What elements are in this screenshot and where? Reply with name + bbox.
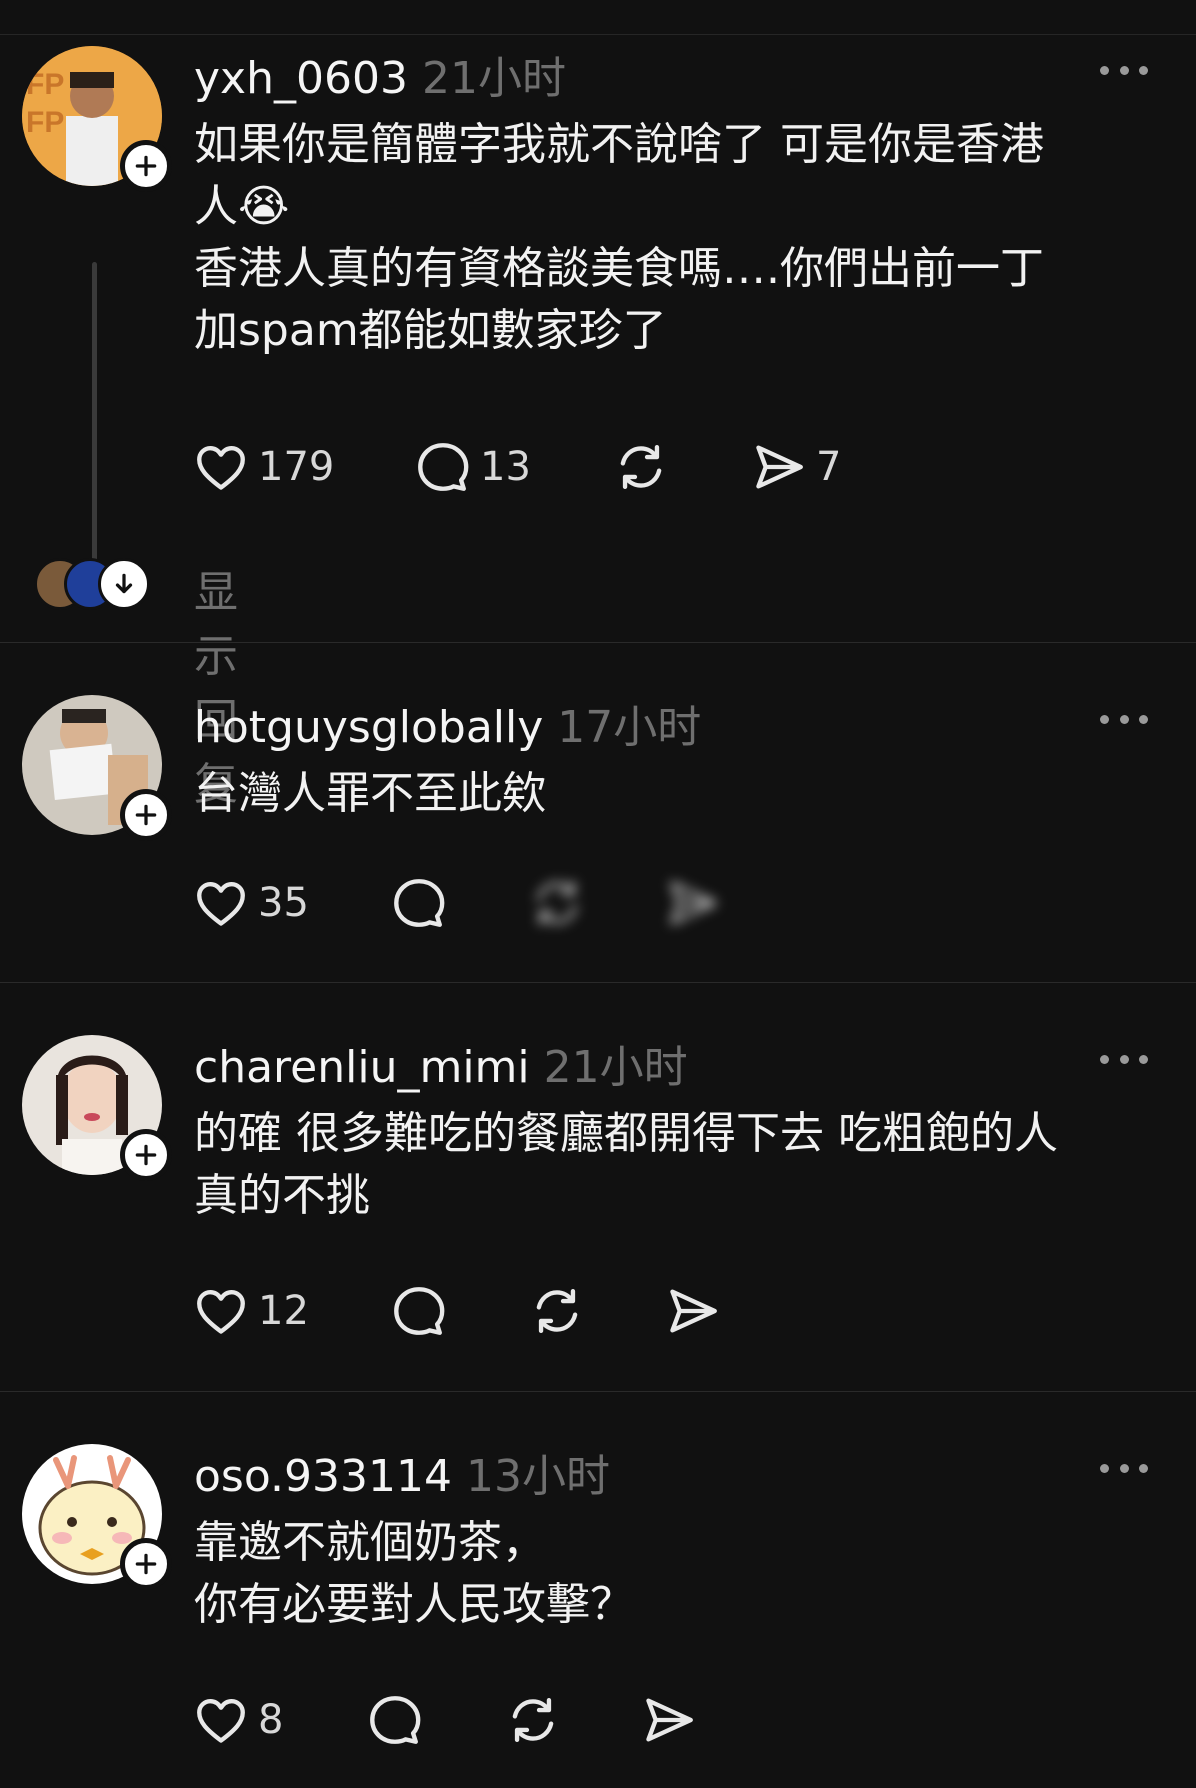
arrow-down-icon <box>115 573 133 594</box>
send-icon <box>640 1691 698 1749</box>
post-text: 如果你是簡體字我就不說啥了 可是你是香港 人😭 香港人真的有資格談美食嗎….你們… <box>194 119 1044 356</box>
repost-icon <box>528 1282 586 1340</box>
post-text: 的確 很多難吃的餐廳都開得下去 吃粗飽的人 真的不挑 <box>194 1108 1058 1221</box>
repost-icon <box>504 1691 562 1749</box>
post-header: charenliu_mimi 21小时 <box>194 1031 688 1095</box>
share-button[interactable] <box>664 874 722 932</box>
post-item: hotguysglobally 17小时 台灣人罪不至此欸 35 <box>0 643 1196 983</box>
post-text: 靠邀不就個奶茶， 你有必要對人民攻擊？ <box>194 1517 634 1630</box>
send-icon <box>664 874 722 932</box>
share-button[interactable]: 7 <box>750 438 841 496</box>
follow-button[interactable] <box>120 1538 172 1590</box>
plus-icon <box>133 153 159 179</box>
share-button[interactable] <box>664 1282 722 1340</box>
send-icon <box>664 1282 722 1340</box>
comment-bubble-icon <box>390 874 448 932</box>
heart-icon <box>192 874 250 932</box>
more-dots-icon[interactable] <box>1100 60 1148 80</box>
like-count: 12 <box>258 1288 309 1334</box>
repost-icon <box>528 874 586 932</box>
share-button[interactable] <box>640 1691 698 1749</box>
like-count: 179 <box>258 444 335 490</box>
comment-count: 13 <box>480 444 531 490</box>
post-time: 21小时 <box>421 53 566 104</box>
follow-button[interactable] <box>120 140 172 192</box>
heart-icon <box>192 1282 250 1340</box>
heart-icon <box>192 438 250 496</box>
username[interactable]: hotguysglobally <box>194 702 543 753</box>
previous-post-edge <box>0 0 1196 35</box>
post-header: hotguysglobally 17小时 <box>194 691 701 755</box>
like-button[interactable]: 8 <box>192 1691 283 1749</box>
post-item: charenliu_mimi 21小时 的確 很多難吃的餐廳都開得下去 吃粗飽的… <box>0 983 1196 1393</box>
post-time: 17小时 <box>557 702 702 753</box>
repost-icon <box>612 438 670 496</box>
username[interactable]: oso.933114 <box>194 1451 452 1502</box>
follow-button[interactable] <box>120 1129 172 1181</box>
share-count: 7 <box>816 444 842 490</box>
post-text: 台灣人罪不至此欸 <box>194 768 546 819</box>
like-button[interactable]: 35 <box>192 874 309 932</box>
follow-button[interactable] <box>120 789 172 841</box>
post-time: 21小时 <box>543 1042 688 1093</box>
post-header: yxh_0603 21小时 <box>194 42 566 106</box>
post-item: oso.933114 13小时 靠邀不就個奶茶， 你有必要對人民攻擊？ 8 <box>0 1392 1196 1788</box>
post-item: FP FP yxh_0603 21小时 如果你是簡體字我就不說啥了 可是你是香港… <box>0 34 1196 644</box>
repost-button[interactable] <box>528 1282 586 1340</box>
comment-button[interactable] <box>390 1282 448 1340</box>
thread-line <box>92 262 97 562</box>
comment-button[interactable] <box>390 874 448 932</box>
post-time: 13小时 <box>465 1451 610 1502</box>
send-icon <box>750 438 808 496</box>
like-button[interactable]: 179 <box>192 438 334 496</box>
more-dots-icon[interactable] <box>1100 1458 1148 1478</box>
heart-icon <box>192 1691 250 1749</box>
repost-button[interactable] <box>528 874 586 932</box>
like-count: 35 <box>258 880 309 926</box>
svg-text:FP: FP <box>26 68 64 101</box>
expand-replies-button[interactable] <box>98 558 150 610</box>
plus-icon <box>133 802 159 828</box>
comment-bubble-icon <box>414 438 472 496</box>
plus-icon <box>133 1142 159 1168</box>
username[interactable]: yxh_0603 <box>194 53 408 104</box>
like-button[interactable]: 12 <box>192 1282 309 1340</box>
comment-button[interactable] <box>366 1691 424 1749</box>
post-header: oso.933114 13小时 <box>194 1440 610 1504</box>
more-dots-icon[interactable] <box>1100 709 1148 729</box>
repost-button[interactable] <box>612 438 670 496</box>
comment-button[interactable]: 13 <box>414 438 531 496</box>
more-dots-icon[interactable] <box>1100 1049 1148 1069</box>
plus-icon <box>133 1551 159 1577</box>
repost-button[interactable] <box>504 1691 562 1749</box>
comment-bubble-icon <box>366 1691 424 1749</box>
svg-text:FP: FP <box>26 106 64 139</box>
like-count: 8 <box>258 1697 284 1743</box>
username[interactable]: charenliu_mimi <box>194 1042 530 1093</box>
comment-bubble-icon <box>390 1282 448 1340</box>
